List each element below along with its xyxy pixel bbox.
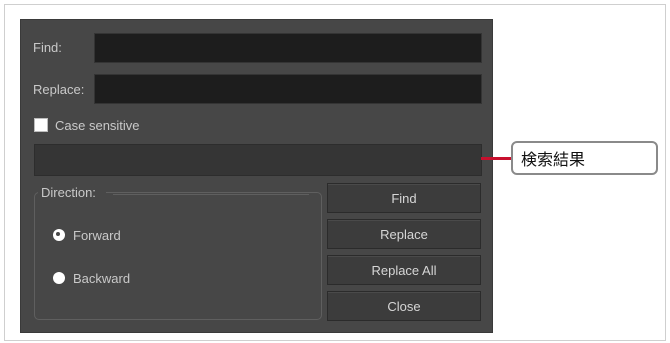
direction-title: Direction: [38,185,106,200]
direction-group: Direction: Forward Backward [34,185,322,320]
radio-selected-icon[interactable] [53,229,65,241]
direction-divider [113,194,309,195]
replace-button[interactable]: Replace [327,219,481,249]
case-sensitive-checkbox[interactable] [34,118,48,132]
radio-backward-label: Backward [73,270,131,286]
find-button[interactable]: Find [327,183,481,213]
callout-connector-line [481,157,511,160]
find-input[interactable] [94,33,482,63]
replace-all-button[interactable]: Replace All [327,255,481,285]
replace-label: Replace: [33,82,85,97]
search-result-field [34,144,482,176]
case-sensitive-label: Case sensitive [55,118,140,133]
radio-unselected-icon[interactable] [53,272,65,284]
radio-forward[interactable]: Forward [53,227,121,243]
close-button[interactable]: Close [327,291,481,321]
find-label: Find: [33,40,62,55]
radio-forward-label: Forward [73,227,121,243]
find-replace-dialog: Find: Replace: Case sensitive Direction:… [20,19,493,333]
radio-backward[interactable]: Backward [53,270,130,286]
replace-input[interactable] [94,74,482,104]
callout-label: 検索結果 [511,141,658,175]
